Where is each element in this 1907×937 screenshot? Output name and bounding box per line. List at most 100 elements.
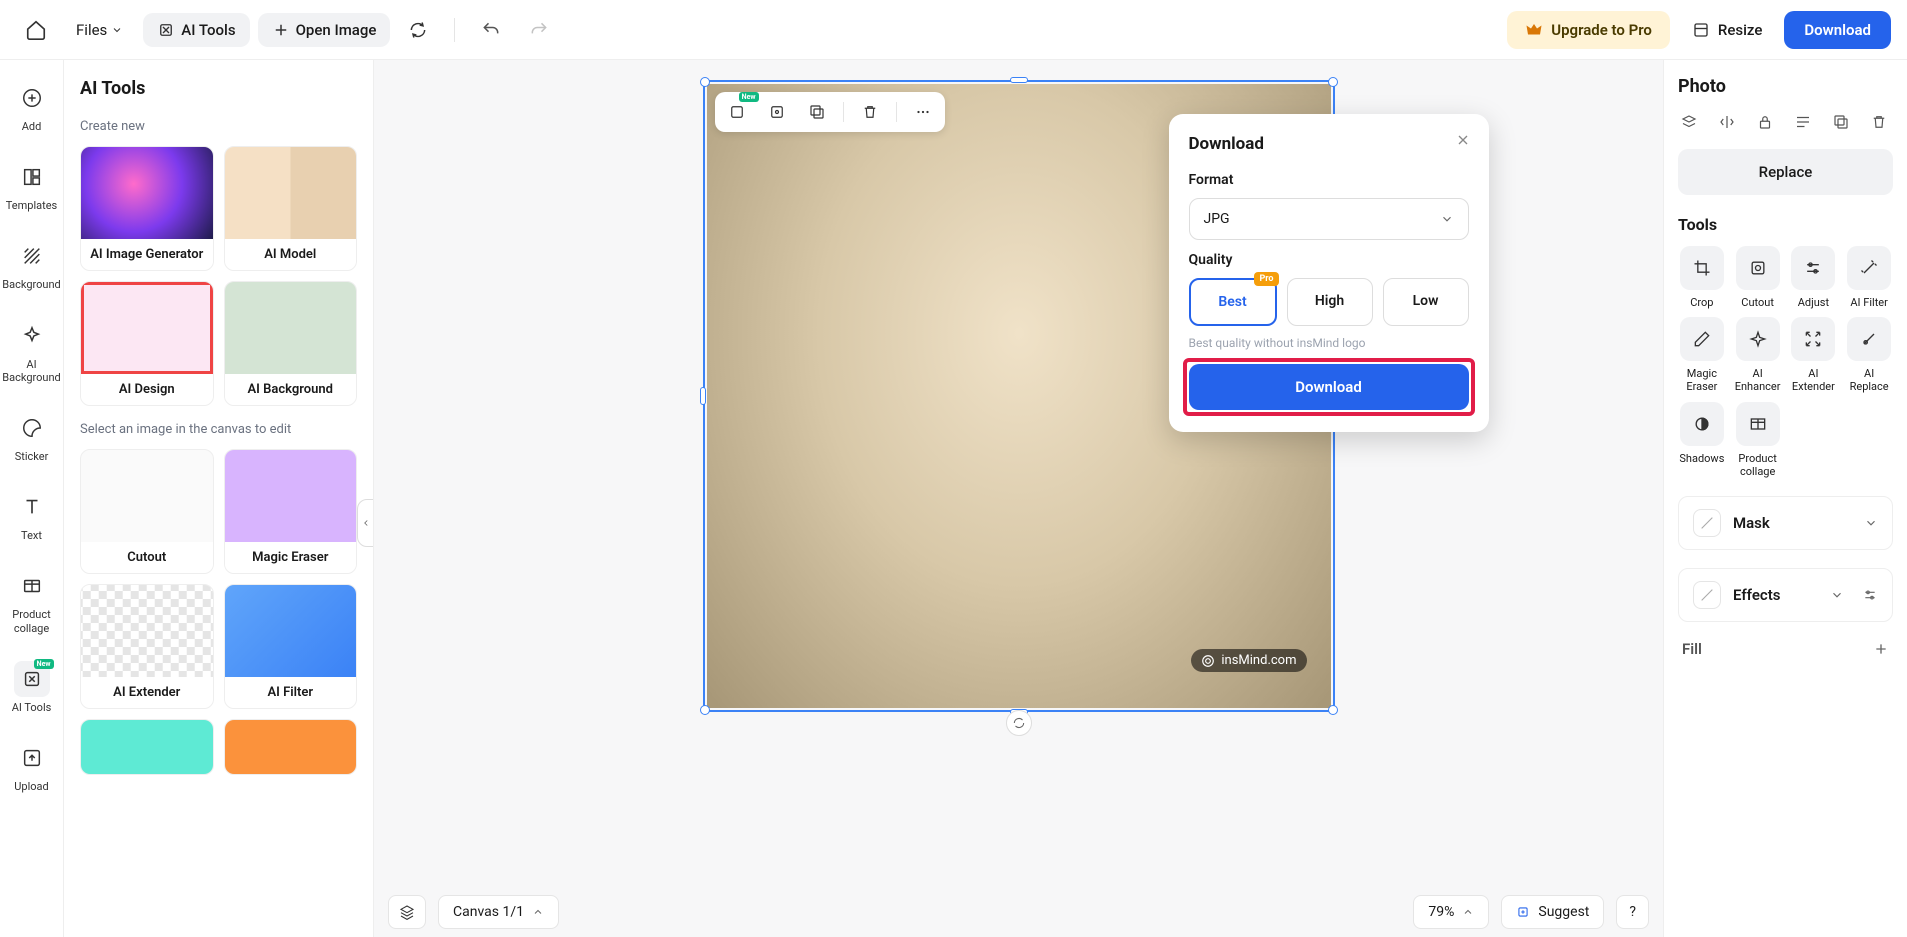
quality-best[interactable]: Best Pro bbox=[1189, 278, 1277, 326]
layers-button[interactable] bbox=[388, 895, 426, 929]
canvas-area[interactable]: insMind.com New bbox=[374, 60, 1663, 937]
card-extra-1[interactable] bbox=[80, 719, 214, 775]
zoom-control[interactable]: 79% bbox=[1413, 895, 1489, 929]
tool-magic-eraser[interactable]: Magic Eraser bbox=[1678, 317, 1726, 393]
fill-add-button[interactable] bbox=[1873, 641, 1889, 657]
rail-background[interactable]: Background bbox=[0, 234, 63, 295]
rail-upload[interactable]: Upload bbox=[0, 736, 63, 797]
layer-order-button[interactable] bbox=[1678, 111, 1700, 133]
ctx-duplicate-button[interactable] bbox=[803, 98, 831, 126]
tool-crop[interactable]: Crop bbox=[1678, 246, 1726, 309]
divider bbox=[454, 18, 455, 42]
copy-button[interactable] bbox=[1830, 111, 1852, 133]
quality-high[interactable]: High bbox=[1287, 278, 1373, 326]
card-ai-model[interactable]: AI Model bbox=[224, 146, 358, 271]
tools-section-title: Tools bbox=[1678, 215, 1893, 234]
sync-button[interactable] bbox=[398, 10, 438, 50]
quality-label: Quality bbox=[1189, 252, 1469, 268]
new-badge: New bbox=[34, 659, 54, 669]
format-select[interactable]: JPG bbox=[1189, 198, 1469, 240]
card-extender-label: AI Extender bbox=[81, 677, 213, 708]
extender-icon bbox=[1803, 329, 1823, 349]
rail-sticker-label: Sticker bbox=[15, 450, 49, 463]
tool-ai-replace[interactable]: AI Replace bbox=[1845, 317, 1893, 393]
chevron-down-icon bbox=[111, 24, 123, 36]
duplicate-icon bbox=[808, 103, 826, 121]
files-menu[interactable]: Files bbox=[64, 13, 135, 47]
quality-low[interactable]: Low bbox=[1383, 278, 1469, 326]
collapse-panel-button[interactable] bbox=[357, 499, 374, 547]
rail-ai-tools[interactable]: New AI Tools bbox=[0, 657, 63, 718]
format-label: Format bbox=[1189, 172, 1469, 188]
fill-label: Fill bbox=[1682, 640, 1702, 658]
resize-label: Resize bbox=[1718, 21, 1762, 39]
canvas-pager-label: Canvas 1/1 bbox=[453, 904, 524, 920]
tool-ai-enhancer[interactable]: AI Enhancer bbox=[1734, 317, 1782, 393]
ai-tools-button[interactable]: AI Tools bbox=[143, 13, 249, 47]
home-button[interactable] bbox=[16, 10, 56, 50]
rail-ai-bg-label: AI Background bbox=[2, 358, 61, 384]
tool-eraser-label: Magic Eraser bbox=[1678, 367, 1726, 393]
ctx-frame-button[interactable] bbox=[763, 98, 791, 126]
download-close-button[interactable] bbox=[1455, 132, 1471, 148]
card-ai-filter[interactable]: AI Filter bbox=[224, 584, 358, 709]
rail-product-collage[interactable]: Product collage bbox=[0, 564, 63, 638]
open-image-button[interactable]: Open Image bbox=[258, 13, 391, 47]
statusbar: Canvas 1/1 79% Suggest ? bbox=[388, 895, 1649, 929]
card-ai-image-generator[interactable]: AI Image Generator bbox=[80, 146, 214, 271]
tool-shad-label: Shadows bbox=[1679, 452, 1724, 465]
ctx-ai-button[interactable]: New bbox=[723, 98, 751, 126]
settings-icon[interactable] bbox=[1862, 587, 1878, 603]
ctx-delete-button[interactable] bbox=[856, 98, 884, 126]
tool-cutout[interactable]: Cutout bbox=[1734, 246, 1782, 309]
chevron-up-icon bbox=[1462, 906, 1474, 918]
tool-shadows[interactable]: Shadows bbox=[1678, 402, 1726, 478]
tool-ai-extender[interactable]: AI Extender bbox=[1790, 317, 1838, 393]
watermark: insMind.com bbox=[1191, 649, 1306, 672]
card-ai-design-label: AI Design bbox=[81, 374, 213, 405]
effects-accordion[interactable]: Effects bbox=[1678, 568, 1893, 622]
ctx-more-button[interactable] bbox=[909, 98, 937, 126]
layers-icon bbox=[1680, 113, 1698, 131]
fill-row: Fill bbox=[1678, 640, 1893, 658]
download-confirm-button[interactable]: Download bbox=[1189, 364, 1469, 410]
delete-button[interactable] bbox=[1868, 111, 1890, 133]
download-button-top[interactable]: Download bbox=[1784, 11, 1891, 49]
rail-add-label: Add bbox=[22, 120, 42, 133]
left-rail: Add Templates Background AI Background S… bbox=[0, 60, 64, 937]
background-icon bbox=[21, 245, 43, 267]
rail-text[interactable]: Text bbox=[0, 485, 63, 546]
mask-accordion[interactable]: Mask bbox=[1678, 496, 1893, 550]
card-extra-2[interactable] bbox=[224, 719, 358, 775]
canvas-pager[interactable]: Canvas 1/1 bbox=[438, 895, 559, 929]
resize-button[interactable]: Resize bbox=[1678, 11, 1776, 49]
suggest-button[interactable]: Suggest bbox=[1501, 895, 1604, 929]
cutout-icon bbox=[1748, 258, 1768, 278]
rail-ai-background[interactable]: AI Background bbox=[0, 314, 63, 388]
card-ai-background[interactable]: AI Background bbox=[224, 281, 358, 406]
rail-add[interactable]: Add bbox=[0, 76, 63, 137]
redo-button[interactable] bbox=[519, 10, 559, 50]
upgrade-button[interactable]: Upgrade to Pro bbox=[1507, 11, 1670, 49]
flip-button[interactable] bbox=[1716, 111, 1738, 133]
align-button[interactable] bbox=[1792, 111, 1814, 133]
tool-product-collage[interactable]: Product collage bbox=[1734, 402, 1782, 478]
left-panel-title: AI Tools bbox=[80, 78, 357, 99]
tool-adjust[interactable]: Adjust bbox=[1790, 246, 1838, 309]
canvas-sync-button[interactable] bbox=[1006, 710, 1032, 736]
rail-sticker[interactable]: Sticker bbox=[0, 406, 63, 467]
mask-label: Mask bbox=[1733, 514, 1852, 532]
help-button[interactable]: ? bbox=[1616, 895, 1649, 929]
card-magic-eraser[interactable]: Magic Eraser bbox=[224, 449, 358, 574]
undo-button[interactable] bbox=[471, 10, 511, 50]
rail-templates[interactable]: Templates bbox=[0, 155, 63, 216]
lock-button[interactable] bbox=[1754, 111, 1776, 133]
replace-button[interactable]: Replace bbox=[1678, 149, 1893, 195]
tool-ai-filter[interactable]: AI Filter bbox=[1845, 246, 1893, 309]
tool-col-label: Product collage bbox=[1734, 452, 1782, 478]
context-toolbar: New bbox=[715, 92, 945, 132]
card-cutout[interactable]: Cutout bbox=[80, 449, 214, 574]
card-ai-extender[interactable]: AI Extender bbox=[80, 584, 214, 709]
card-ai-design[interactable]: AI Design bbox=[80, 281, 214, 406]
ai-tools-label: AI Tools bbox=[181, 21, 235, 39]
